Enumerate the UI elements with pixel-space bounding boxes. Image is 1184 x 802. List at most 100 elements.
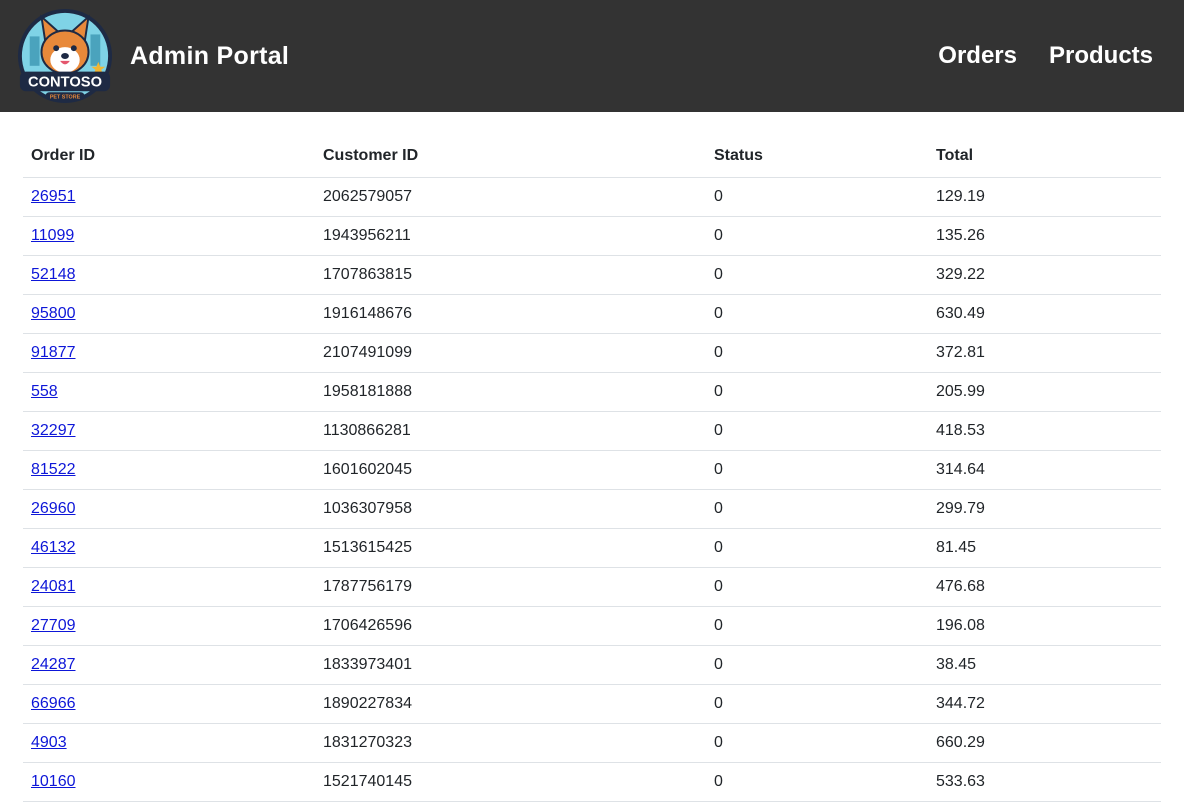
order-id-cell: 4903 xyxy=(23,723,315,763)
status-cell: 0 xyxy=(706,294,928,334)
column-header-total: Total xyxy=(928,135,1161,178)
table-row: 95800 1916148676 0 630.49 xyxy=(23,294,1161,334)
total-cell: 299.79 xyxy=(928,489,1161,529)
order-id-cell: 46132 xyxy=(23,528,315,568)
status-cell: 0 xyxy=(706,411,928,451)
total-cell: 418.53 xyxy=(928,411,1161,451)
total-cell: 329.22 xyxy=(928,255,1161,295)
total-cell: 135.26 xyxy=(928,216,1161,256)
total-cell: 314.64 xyxy=(928,450,1161,490)
table-row: 11099 1943956211 0 135.26 xyxy=(23,216,1161,256)
total-cell: 630.49 xyxy=(928,294,1161,334)
customer-id-cell: 1706426596 xyxy=(315,606,706,646)
order-id-cell: 81522 xyxy=(23,450,315,490)
customer-id-cell: 1707863815 xyxy=(315,255,706,295)
table-row: 66966 1890227834 0 344.72 xyxy=(23,684,1161,724)
top-navbar: CONTOSO PET STORE Admin Portal Orders Pr… xyxy=(0,0,1184,112)
order-id-cell: 32297 xyxy=(23,411,315,451)
customer-id-cell: 1831270323 xyxy=(315,723,706,763)
table-row: 27709 1706426596 0 196.08 xyxy=(23,606,1161,646)
customer-id-cell: 1916148676 xyxy=(315,294,706,334)
status-cell: 0 xyxy=(706,606,928,646)
logo-subtext: PET STORE xyxy=(50,95,81,101)
customer-id-cell: 1958181888 xyxy=(315,372,706,412)
customer-id-cell: 1513615425 xyxy=(315,528,706,568)
order-id-cell: 10160 xyxy=(23,762,315,802)
customer-id-cell: 1036307958 xyxy=(315,489,706,529)
order-id-cell: 66966 xyxy=(23,684,315,724)
table-row: 4903 1831270323 0 660.29 xyxy=(23,723,1161,763)
status-cell: 0 xyxy=(706,177,928,217)
total-cell: 196.08 xyxy=(928,606,1161,646)
nav-link-products[interactable]: Products xyxy=(1049,42,1153,70)
total-cell: 344.72 xyxy=(928,684,1161,724)
order-id-link[interactable]: 558 xyxy=(31,383,58,400)
column-header-status: Status xyxy=(706,135,928,178)
customer-id-cell: 1601602045 xyxy=(315,450,706,490)
order-id-link[interactable]: 32297 xyxy=(31,422,76,439)
total-cell: 81.45 xyxy=(928,528,1161,568)
order-id-link[interactable]: 26960 xyxy=(31,500,76,517)
order-id-link[interactable]: 46132 xyxy=(31,539,76,556)
status-cell: 0 xyxy=(706,723,928,763)
table-header-row: Order ID Customer ID Status Total xyxy=(23,135,1161,178)
status-cell: 0 xyxy=(706,684,928,724)
table-row: 10160 1521740145 0 533.63 xyxy=(23,762,1161,802)
total-cell: 205.99 xyxy=(928,372,1161,412)
table-row: 26960 1036307958 0 299.79 xyxy=(23,489,1161,529)
order-id-cell: 24081 xyxy=(23,567,315,607)
order-id-link[interactable]: 27709 xyxy=(31,617,76,634)
status-cell: 0 xyxy=(706,528,928,568)
order-id-link[interactable]: 10160 xyxy=(31,773,76,790)
table-row: 81522 1601602045 0 314.64 xyxy=(23,450,1161,490)
order-id-link[interactable]: 4903 xyxy=(31,734,67,751)
status-cell: 0 xyxy=(706,372,928,412)
order-id-link[interactable]: 11099 xyxy=(31,227,74,244)
customer-id-cell: 2062579057 xyxy=(315,177,706,217)
order-id-cell: 52148 xyxy=(23,255,315,295)
table-row: 24287 1833973401 0 38.45 xyxy=(23,645,1161,685)
orders-table: Order ID Customer ID Status Total 26951 2… xyxy=(23,135,1161,802)
total-cell: 129.19 xyxy=(928,177,1161,217)
order-id-cell: 24287 xyxy=(23,645,315,685)
order-id-link[interactable]: 52148 xyxy=(31,266,76,283)
table-row: 91877 2107491099 0 372.81 xyxy=(23,333,1161,373)
column-header-customer-id: Customer ID xyxy=(315,135,706,178)
order-id-link[interactable]: 91877 xyxy=(31,344,76,361)
table-row: 32297 1130866281 0 418.53 xyxy=(23,411,1161,451)
order-id-link[interactable]: 95800 xyxy=(31,305,76,322)
status-cell: 0 xyxy=(706,450,928,490)
order-id-cell: 26960 xyxy=(23,489,315,529)
logo-text: CONTOSO xyxy=(28,74,102,90)
total-cell: 533.63 xyxy=(928,762,1161,802)
status-cell: 0 xyxy=(706,645,928,685)
status-cell: 0 xyxy=(706,216,928,256)
order-id-link[interactable]: 81522 xyxy=(31,461,76,478)
order-id-link[interactable]: 24287 xyxy=(31,656,76,673)
total-cell: 372.81 xyxy=(928,333,1161,373)
order-id-cell: 558 xyxy=(23,372,315,412)
customer-id-cell: 1130866281 xyxy=(315,411,706,451)
nav-link-orders[interactable]: Orders xyxy=(938,42,1017,70)
table-row: 46132 1513615425 0 81.45 xyxy=(23,528,1161,568)
status-cell: 0 xyxy=(706,333,928,373)
customer-id-cell: 1833973401 xyxy=(315,645,706,685)
status-cell: 0 xyxy=(706,489,928,529)
column-header-order-id: Order ID xyxy=(23,135,315,178)
order-id-cell: 26951 xyxy=(23,177,315,217)
customer-id-cell: 1521740145 xyxy=(315,762,706,802)
table-row: 52148 1707863815 0 329.22 xyxy=(23,255,1161,295)
status-cell: 0 xyxy=(706,255,928,295)
table-row: 24081 1787756179 0 476.68 xyxy=(23,567,1161,607)
customer-id-cell: 1890227834 xyxy=(315,684,706,724)
order-id-cell: 11099 xyxy=(23,216,315,256)
table-row: 558 1958181888 0 205.99 xyxy=(23,372,1161,412)
total-cell: 38.45 xyxy=(928,645,1161,685)
order-id-link[interactable]: 26951 xyxy=(31,188,76,205)
order-id-link[interactable]: 66966 xyxy=(31,695,76,712)
customer-id-cell: 1943956211 xyxy=(315,216,706,256)
order-id-cell: 91877 xyxy=(23,333,315,373)
customer-id-cell: 2107491099 xyxy=(315,333,706,373)
contoso-pet-store-logo-icon[interactable]: CONTOSO PET STORE xyxy=(16,7,114,105)
order-id-link[interactable]: 24081 xyxy=(31,578,76,595)
